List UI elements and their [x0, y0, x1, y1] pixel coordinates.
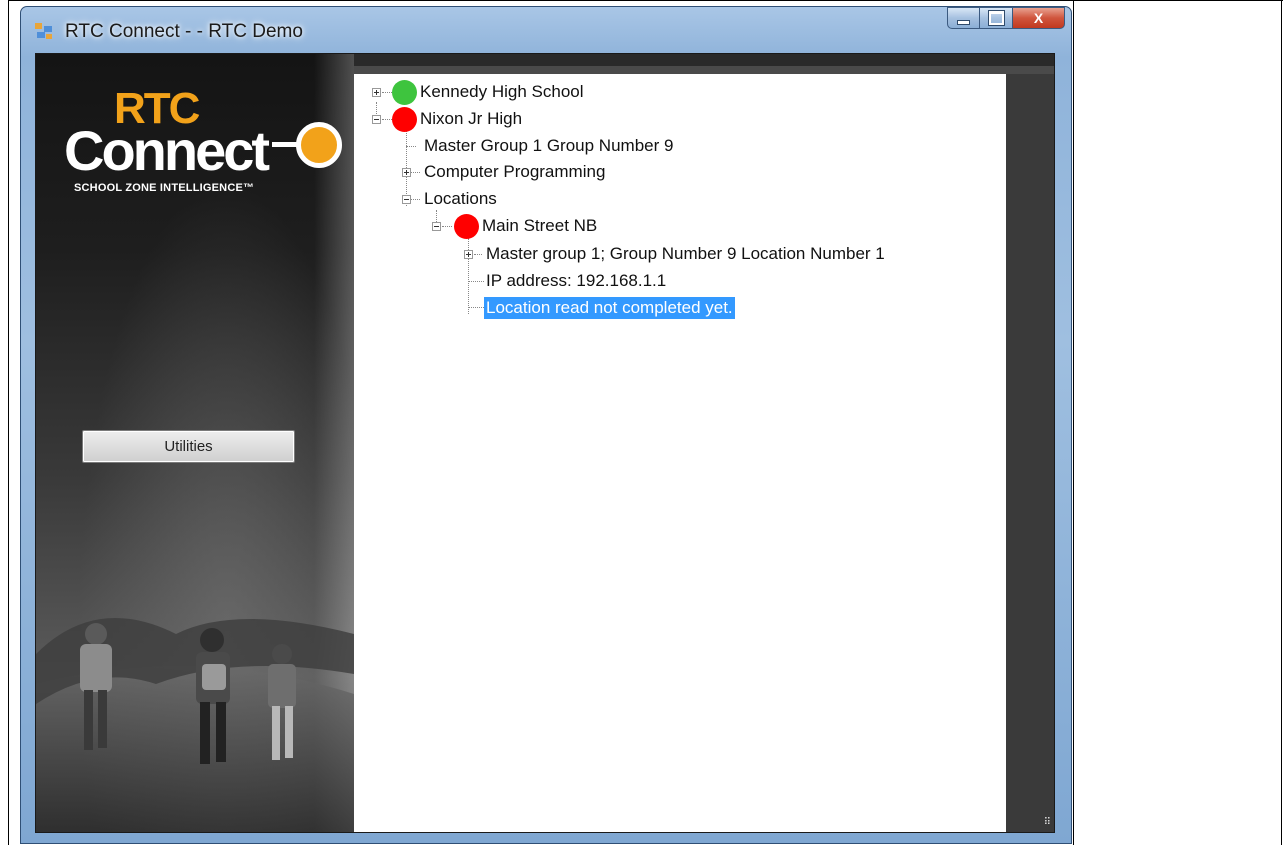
tree-node-label: Nixon Jr High: [420, 109, 523, 128]
tree-node-label: Main Street NB: [482, 216, 598, 235]
right-panel: ⠿: [1006, 74, 1054, 832]
client-area: RTC Connect SCHOOL ZONE INTELLIGENCE™ Ut…: [35, 53, 1055, 833]
doc-border-right: [1281, 0, 1282, 845]
status-ok-icon: [392, 80, 417, 105]
minimize-icon: [957, 19, 970, 25]
tree-node-master-group[interactable]: Master Group 1 Group Number 9: [422, 134, 675, 158]
tree-node-locations[interactable]: Locations: [422, 187, 499, 211]
caption-buttons: X: [947, 7, 1065, 29]
collapse-icon[interactable]: [372, 115, 381, 124]
expand-icon[interactable]: [464, 250, 473, 259]
tree-line: [468, 307, 484, 308]
expand-icon[interactable]: [402, 168, 411, 177]
tree-node-read-status[interactable]: Location read not completed yet.: [484, 296, 735, 320]
app-icon: [35, 23, 52, 39]
doc-border-top: [8, 0, 1283, 1]
status-error-icon: [392, 107, 417, 132]
tree-node-computer-programming[interactable]: Computer Programming: [422, 160, 607, 184]
utilities-button[interactable]: Utilities: [82, 430, 295, 463]
tree-line: [410, 199, 420, 200]
rtc-connect-logo: RTC Connect SCHOOL ZONE INTELLIGENCE™: [64, 84, 354, 204]
tree-node-kennedy[interactable]: Kennedy High School: [418, 80, 586, 104]
tree-line: [406, 146, 416, 147]
tree-node-label: Master Group 1 Group Number 9: [424, 136, 674, 155]
resize-grip-icon[interactable]: ⠿: [1044, 817, 1051, 828]
location-tree-view[interactable]: Kennedy High School Nixon Jr High Master…: [354, 74, 1006, 832]
app-window: RTC Connect - - RTC Demo X RTC Connect S…: [20, 6, 1072, 844]
tree-line: [468, 281, 484, 282]
students-walking-image: [36, 618, 354, 832]
collapse-icon[interactable]: [432, 222, 441, 231]
tree-node-nixon[interactable]: Nixon Jr High: [418, 107, 524, 131]
close-button[interactable]: X: [1013, 7, 1065, 29]
tree-node-main-street[interactable]: Main Street NB: [480, 214, 599, 238]
minimize-button[interactable]: [947, 7, 980, 29]
title-bar[interactable]: RTC Connect - - RTC Demo X: [21, 7, 1071, 53]
maximize-button[interactable]: [980, 7, 1013, 29]
tree-node-label: Master group 1; Group Number 9 Location …: [486, 244, 885, 263]
logo-connect-text: Connect: [64, 119, 270, 182]
doc-border-left: [8, 0, 9, 845]
tree-line: [474, 254, 482, 255]
tree-line: [410, 172, 420, 173]
tree-node-label: Locations: [424, 189, 497, 208]
left-panel: RTC Connect SCHOOL ZONE INTELLIGENCE™ Ut…: [36, 54, 354, 832]
tree-node-location-group[interactable]: Master group 1; Group Number 9 Location …: [484, 242, 887, 266]
close-icon: X: [1033, 10, 1044, 26]
expand-icon[interactable]: [372, 88, 381, 97]
tree-node-label-selected: Location read not completed yet.: [484, 297, 735, 319]
doc-border-mid: [1073, 0, 1074, 845]
tree-line: [376, 102, 377, 114]
tree-node-label: IP address: 192.168.1.1: [486, 271, 667, 290]
tree-line: [442, 226, 452, 227]
tree-line: [382, 92, 392, 93]
tree-node-ip-address[interactable]: IP address: 192.168.1.1: [484, 269, 668, 293]
tree-node-label: Computer Programming: [424, 162, 606, 181]
logo-tagline: SCHOOL ZONE INTELLIGENCE™: [74, 182, 255, 194]
status-error-icon: [454, 214, 479, 239]
window-title: RTC Connect - - RTC Demo: [65, 21, 303, 42]
tree-node-label: Kennedy High School: [420, 82, 584, 101]
logo-dot-icon: [296, 122, 342, 168]
collapse-icon[interactable]: [402, 195, 411, 204]
tree-line: [382, 119, 392, 120]
maximize-icon: [988, 11, 1004, 25]
